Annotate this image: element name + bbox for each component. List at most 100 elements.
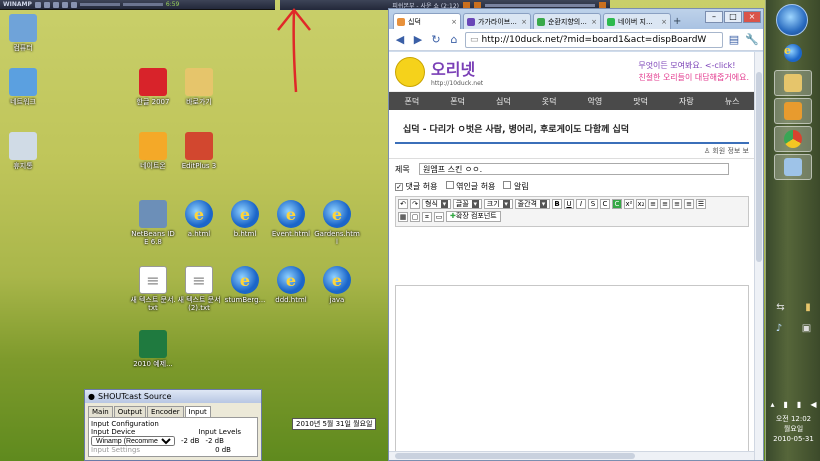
nav-item[interactable]: 폰덕 [405, 96, 420, 107]
page-menu-icon[interactable]: ▤ [727, 33, 741, 47]
size-dropdown[interactable]: 크기 ▾ [483, 199, 513, 209]
nav-item[interactable]: 자랑 [679, 96, 694, 107]
winamp-volume-slider[interactable] [79, 3, 120, 6]
clock[interactable]: 오전 12:02 월요일 2010-05-31 [766, 414, 820, 444]
taskbar-winamp-button[interactable] [774, 98, 812, 124]
volume-icon[interactable]: ◀ [810, 400, 816, 409]
taskbar-ie-button[interactable]: e [774, 40, 812, 66]
back-icon[interactable]: ◀ [393, 33, 407, 47]
editor-content-area[interactable] [395, 285, 749, 460]
nav-item[interactable]: 옷덕 [542, 96, 557, 107]
music-note-icon[interactable]: ♪ [776, 323, 782, 334]
start-button[interactable] [776, 4, 808, 36]
close-button[interactable]: × [743, 11, 761, 23]
desktop-icon[interactable]: e Event.html [268, 200, 314, 238]
tray-arrow-icon[interactable]: ▴ [771, 400, 775, 409]
font-color-icon[interactable]: C [600, 199, 610, 209]
align-left-icon[interactable]: ≡ [648, 199, 658, 209]
home-icon[interactable]: ⌂ [447, 33, 461, 47]
subscript-icon[interactable]: x₂ [636, 199, 646, 209]
italic-icon[interactable]: I [576, 199, 586, 209]
underline-icon[interactable]: U [564, 199, 574, 209]
user-info-link[interactable]: ♙ 회원 정보 보 [389, 144, 755, 159]
align-center-icon[interactable]: ≡ [660, 199, 670, 209]
desktop-icon[interactable]: 컴퓨터 [0, 14, 46, 52]
address-bar[interactable]: ▭ http://10duck.net/?mid=board1&act=disp… [465, 31, 723, 48]
notify-checkbox[interactable]: 알림 [503, 181, 529, 192]
site-logo[interactable]: 오리넷 http://10duck.net [431, 56, 483, 87]
desktop-icon[interactable]: EditPlus 3 [176, 132, 222, 170]
shoutcast-titlebar[interactable]: ● SHOUTcast Source [85, 390, 261, 403]
tray-folder-icon[interactable]: ▮ [805, 302, 811, 313]
nav-item[interactable]: 악영 [588, 96, 603, 107]
winamp-next-icon[interactable] [70, 1, 77, 8]
desktop-icon[interactable]: 2010 예제... [130, 330, 176, 368]
minimize-button[interactable]: – [705, 11, 723, 23]
desktop-icon[interactable]: 네트워크 [0, 68, 46, 106]
shoutcast-tab-encoder[interactable]: Encoder [147, 406, 184, 417]
taskbar-explorer-button[interactable] [774, 70, 812, 96]
redo-icon[interactable]: ↷ [410, 199, 420, 209]
browser-tab-1[interactable]: 십덕 × [393, 13, 461, 29]
table-icon[interactable]: ▦ [398, 211, 408, 222]
html-icon[interactable]: ⌗ [422, 211, 432, 222]
taskbar-chrome-button[interactable] [774, 126, 812, 152]
vertical-scrollbar[interactable] [754, 52, 763, 460]
desktop-icon[interactable]: ≡ 새 텍스트 문서 (2).txt [176, 266, 222, 312]
tab-close-icon[interactable]: × [661, 18, 667, 26]
line-height-dropdown[interactable]: 줄간격 ▾ [514, 199, 550, 209]
winamp-play-icon[interactable] [43, 1, 50, 8]
winamp-stop-icon[interactable] [61, 1, 68, 8]
align-right-icon[interactable]: ≡ [672, 199, 682, 209]
horizontal-scrollbar[interactable] [389, 451, 755, 460]
maximize-button[interactable]: □ [724, 11, 742, 23]
nav-item[interactable]: 폰덕 [450, 96, 465, 107]
desktop-icon[interactable]: e stumBerg... [222, 266, 268, 304]
bold-icon[interactable]: B [552, 199, 562, 209]
winamp-seek-slider[interactable] [122, 3, 163, 6]
network-icon[interactable]: ▮ [784, 400, 788, 409]
desktop-icon[interactable]: 한글 2007 [130, 68, 176, 106]
nav-item[interactable]: 십덕 [496, 96, 511, 107]
tab-close-icon[interactable]: × [591, 18, 597, 26]
desktop-icon[interactable]: 휴지통 [0, 132, 46, 170]
browser-tab-2[interactable]: 가가라이브... × [463, 13, 531, 29]
tab-close-icon[interactable]: × [521, 18, 527, 26]
winamp-bar[interactable]: WINAMP 6:59 [0, 0, 275, 10]
site-slogan[interactable]: 무엇이든 모여봐요. <-click! 친절한 오리들이 대답해줍거에요. [638, 60, 749, 84]
browser-tab-3[interactable]: 순환지향의... × [533, 13, 601, 29]
subject-input[interactable] [419, 163, 729, 175]
signal-icon[interactable]: ▮ [797, 400, 801, 409]
desktop-icon[interactable]: e b.html [222, 200, 268, 238]
browser-tab-4[interactable]: 네이버 지... × [603, 13, 671, 29]
browser-window[interactable]: 십덕 × 가가라이브... × 순환지향의... × 네이버 지... × + … [388, 8, 764, 461]
format-dropdown[interactable]: 형식 ▾ [422, 199, 451, 209]
image-icon[interactable]: ▢ [410, 211, 420, 222]
nav-item[interactable]: 뉴스 [725, 96, 740, 107]
desktop-icon[interactable]: 네이트온 [130, 132, 176, 170]
list-icon[interactable]: ☰ [696, 199, 706, 209]
shoutcast-tab-main[interactable]: Main [88, 406, 113, 417]
desktop-icon[interactable]: NetBeans IDE 6.8 [130, 200, 176, 246]
nav-item[interactable]: 맛덕 [633, 96, 648, 107]
shoutcast-window[interactable]: ● SHOUTcast Source Main Output Encoder I… [84, 389, 262, 461]
shoutcast-tab-output[interactable]: Output [113, 406, 147, 417]
desktop-icon[interactable]: ≡ 새 텍스트 문서.txt [130, 266, 176, 312]
taskbar-paint-button[interactable] [774, 154, 812, 180]
winamp-position-bar[interactable] [485, 3, 595, 7]
wrench-icon[interactable]: 🔧 [745, 33, 759, 47]
preview-icon[interactable]: ▭ [434, 211, 444, 222]
new-tab-button[interactable]: + [673, 16, 681, 29]
usb-icon[interactable]: ⇆ [776, 302, 784, 313]
tab-close-icon[interactable]: × [451, 18, 457, 26]
forward-icon[interactable]: ▶ [411, 33, 425, 47]
allow-comments-checkbox[interactable]: ✓ 댓글 허용 [395, 181, 438, 192]
shoutcast-tab-input[interactable]: Input [184, 406, 211, 417]
font-dropdown[interactable]: 글꼴 ▾ [452, 199, 482, 209]
reload-icon[interactable]: ↻ [429, 33, 443, 47]
winamp-prev-icon[interactable] [34, 1, 41, 8]
desktop-icon[interactable]: 바로가기 [176, 68, 222, 106]
justify-icon[interactable]: ≡ [684, 199, 694, 209]
desktop-icon[interactable]: e ddd.html [268, 266, 314, 304]
winamp-pause-icon[interactable] [52, 1, 59, 8]
